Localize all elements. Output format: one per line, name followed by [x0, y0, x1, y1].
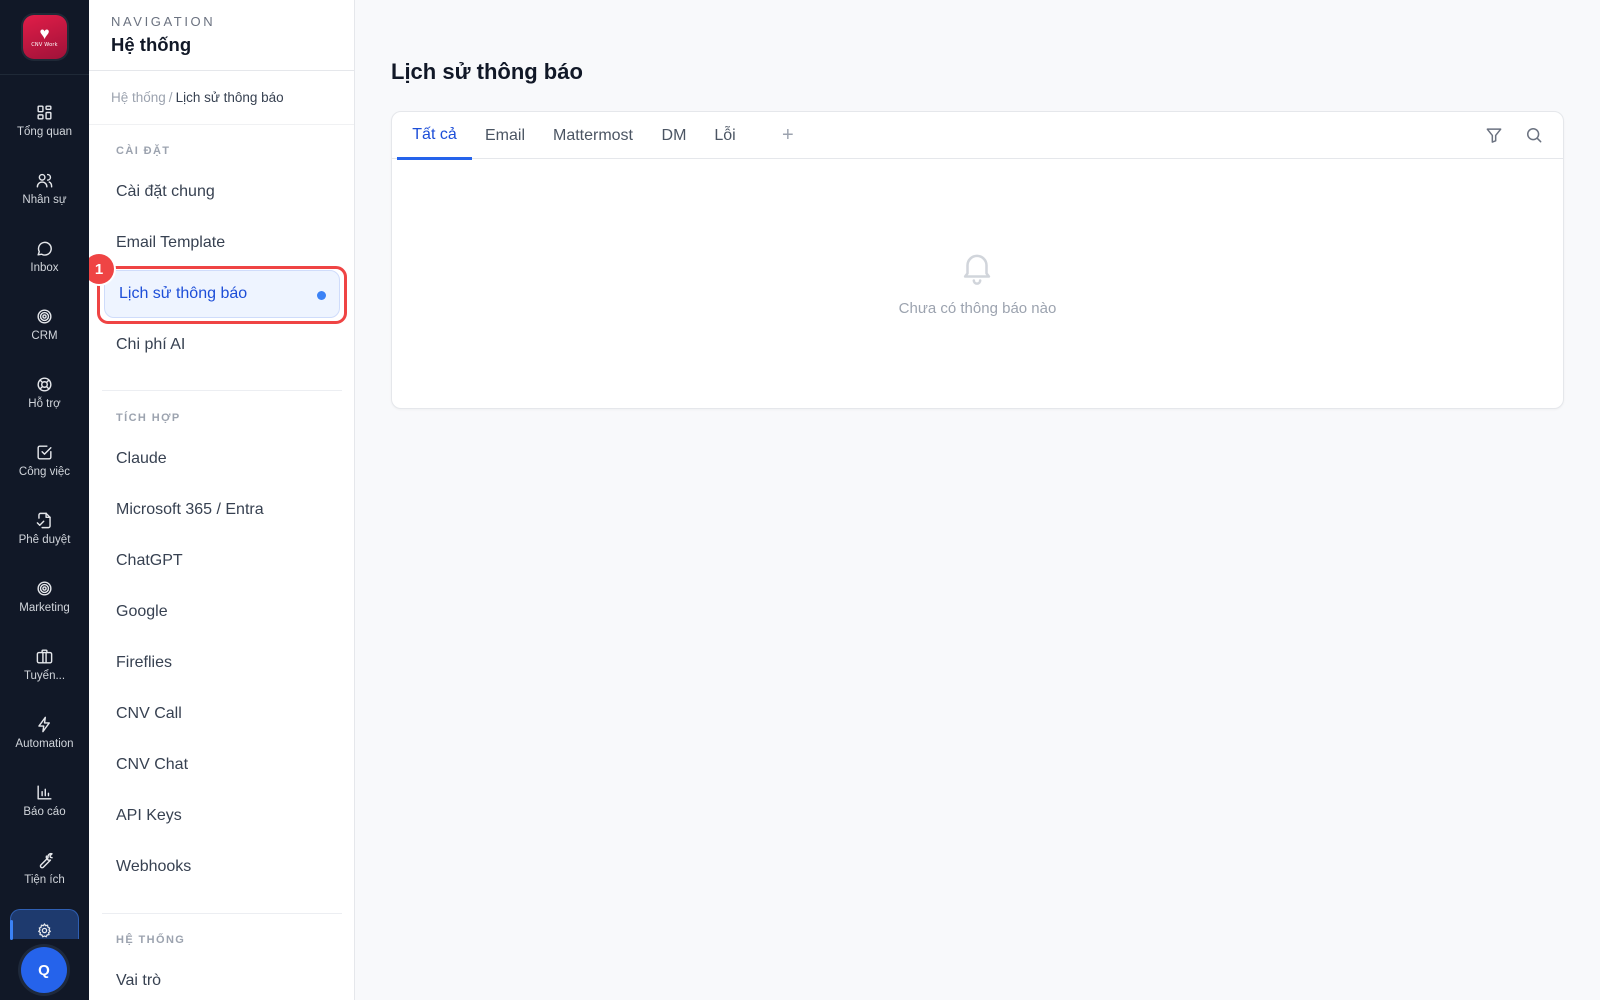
rail-item-label: Báo cáo — [23, 805, 66, 818]
rail-item-crm[interactable]: CRM — [0, 292, 89, 356]
nav-item-cnv-call[interactable]: CNV Call — [102, 691, 342, 737]
nav-item-cnv-chat[interactable]: CNV Chat — [102, 742, 342, 788]
grid-icon — [37, 104, 52, 120]
add-tab-button[interactable]: + — [782, 125, 794, 145]
navigation-title: Hệ thống — [111, 34, 192, 55]
navigation-header: NAVIGATION Hệ thống — [89, 0, 354, 71]
section-label-he-thong: HỆ THỐNG — [116, 934, 186, 946]
section-divider — [102, 390, 342, 391]
rail-item-label: Tổng quan — [17, 125, 72, 138]
page-title: Lịch sử thông báo — [391, 59, 583, 84]
app-logo[interactable]: ♥ CNV Work — [22, 15, 67, 59]
breadcrumb: Hệ thống / Lịch sử thông báo — [89, 71, 354, 125]
nav-item-vai-tro[interactable]: Vai trò — [102, 958, 342, 1000]
rail-item-label: CRM — [31, 329, 58, 342]
nav-item-lich-su-thong-bao[interactable]: Lịch sử thông báo — [104, 270, 340, 318]
target-icon — [37, 308, 52, 324]
search-button[interactable] — [1524, 125, 1544, 145]
notification-history-card: Tất cả Email Mattermost DM Lỗi + Chưa có… — [391, 111, 1564, 409]
lifebuoy-icon — [37, 376, 52, 392]
rail-item-marketing[interactable]: Marketing — [0, 564, 89, 628]
user-avatar[interactable]: Q — [21, 947, 67, 993]
tab-tat-ca[interactable]: Tất cả — [397, 112, 472, 160]
rail-item-phe-duyet[interactable]: Phê duyệt — [0, 496, 89, 560]
tab-email[interactable]: Email — [476, 112, 534, 159]
bar-chart-icon — [37, 784, 52, 800]
nav-item-google[interactable]: Google — [102, 589, 342, 635]
search-icon — [1527, 127, 1542, 143]
target-icon — [37, 580, 52, 596]
rail-item-label: Hỗ trợ — [28, 397, 61, 410]
briefcase-icon — [36, 648, 53, 664]
lightning-icon — [38, 716, 50, 732]
breadcrumb-root[interactable]: Hệ thống — [111, 90, 166, 105]
rail-item-inbox[interactable]: Inbox — [0, 224, 89, 288]
rail-item-ho-tro[interactable]: Hỗ trợ — [0, 360, 89, 424]
filter-button[interactable] — [1484, 125, 1504, 145]
filter-icon — [1486, 128, 1502, 143]
nav-item-chatgpt[interactable]: ChatGPT — [102, 538, 342, 584]
empty-state-message: Chưa có thông báo nào — [898, 300, 1057, 317]
nav-item-cai-dat-chung[interactable]: Cài đặt chung — [102, 169, 342, 215]
app-rail: ♥ CNV Work Tổng quan Nhân sự Inbox CRM H… — [0, 0, 89, 1000]
rail-item-label: Công việc — [18, 465, 71, 478]
rail-item-label: Phê duyệt — [18, 533, 71, 546]
chat-bubble-icon — [37, 241, 52, 256]
nav-item-microsoft-365[interactable]: Microsoft 365 / Entra — [102, 487, 342, 533]
wrench-icon — [39, 852, 53, 868]
rail-item-label: Automation — [15, 737, 74, 750]
logo-container: ♥ CNV Work — [0, 0, 89, 75]
tab-dm[interactable]: DM — [652, 112, 696, 159]
nav-item-claude[interactable]: Claude — [102, 436, 342, 482]
rail-item-label: Tuyển... — [23, 669, 66, 682]
breadcrumb-current: Lịch sử thông báo — [175, 90, 284, 105]
rail-item-cong-viec[interactable]: Công việc — [0, 428, 89, 492]
nav-item-api-keys[interactable]: API Keys — [102, 793, 342, 839]
rail-item-tuyen-dung[interactable]: Tuyển... — [0, 632, 89, 696]
nav-item-email-template[interactable]: Email Template — [102, 220, 342, 266]
tab-loi[interactable]: Lỗi — [702, 112, 748, 159]
heart-icon: ♥ — [39, 24, 50, 43]
nav-item-webhooks[interactable]: Webhooks — [102, 844, 342, 890]
rail-item-he-thong[interactable] — [10, 909, 79, 940]
rail-item-bao-cao[interactable]: Báo cáo — [0, 768, 89, 832]
rail-item-nhan-su[interactable]: Nhân sự — [0, 156, 89, 220]
section-label-cai-dat: CÀI ĐẶT — [116, 145, 171, 157]
checkbox-icon — [37, 444, 52, 460]
rail-item-label: Inbox — [30, 261, 59, 274]
gear-icon — [37, 923, 52, 938]
users-icon — [36, 173, 53, 188]
navigation-kicker: NAVIGATION — [111, 14, 216, 29]
tab-mattermost[interactable]: Mattermost — [540, 112, 646, 159]
rail-item-label: Nhân sự — [22, 193, 67, 206]
section-divider — [102, 913, 342, 914]
nav-item-fireflies[interactable]: Fireflies — [102, 640, 342, 686]
nav-item-chi-phi-ai[interactable]: Chi phí AI — [102, 322, 342, 368]
document-approve-icon — [36, 512, 51, 528]
rail-item-label: Marketing — [19, 601, 70, 614]
active-indicator-dot — [317, 291, 326, 300]
bell-icon — [958, 248, 996, 286]
tab-bar: Tất cả Email Mattermost DM Lỗi + — [392, 112, 1563, 160]
section-label-tich-hop: TÍCH HỢP — [116, 412, 181, 424]
rail-item-automation[interactable]: Automation — [0, 700, 89, 764]
logo-text: CNV Work — [31, 42, 58, 48]
rail-item-label: Tiện ích — [24, 873, 65, 886]
nav-item-label: Lịch sử thông báo — [119, 285, 248, 302]
breadcrumb-separator: / — [168, 90, 173, 105]
rail-item-tien-ich[interactable]: Tiện ích — [0, 836, 89, 900]
settings-navigation: NAVIGATION Hệ thống Hệ thống / Lịch sử thô… — [89, 0, 355, 1000]
rail-item-tong-quan[interactable]: Tổng quan — [0, 88, 89, 152]
